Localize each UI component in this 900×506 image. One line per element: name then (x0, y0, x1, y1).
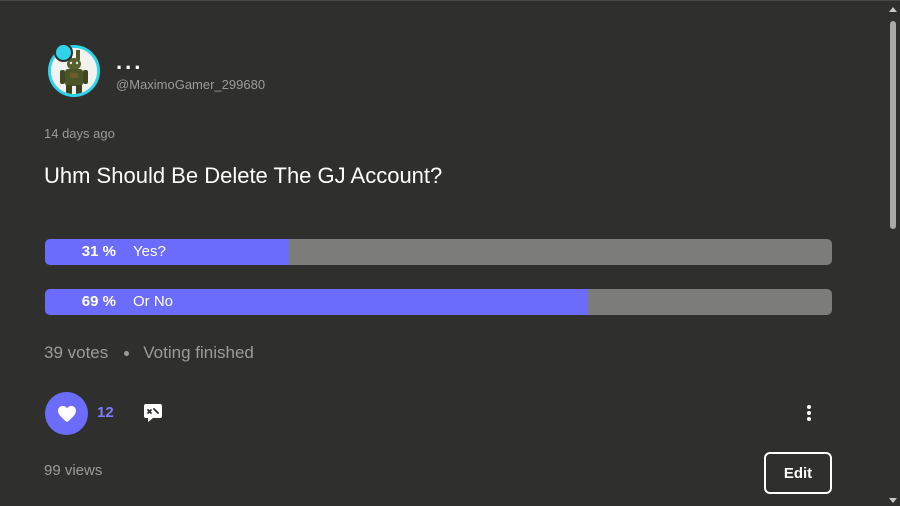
post-timestamp: 14 days ago (44, 126, 115, 141)
author-display-name[interactable]: ... (116, 50, 265, 73)
more-vertical-icon (807, 417, 811, 421)
separator-dot (124, 350, 130, 356)
poll-option-label: Or No (133, 293, 174, 310)
view-count: 99 views (44, 462, 103, 479)
avatar[interactable] (48, 43, 100, 97)
poll-meta: 39 votes Voting finished (44, 343, 254, 363)
scrollbar[interactable] (886, 1, 900, 506)
avatar-badge-icon (54, 43, 73, 62)
post-title: Uhm Should Be Delete The GJ Account? (44, 163, 443, 188)
poll-option-no[interactable]: 69 % Or No (45, 289, 832, 315)
edit-button[interactable]: Edit (764, 452, 832, 494)
heart-icon (57, 405, 76, 422)
like-button[interactable] (45, 392, 88, 435)
more-vertical-icon (807, 405, 811, 409)
scrollbar-thumb[interactable] (890, 21, 896, 229)
comment-icon (144, 404, 162, 422)
poll-option-label: Yes? (133, 243, 166, 260)
more-options-button[interactable] (800, 401, 818, 425)
scroll-up-arrow-icon[interactable] (889, 7, 897, 12)
poll-option-percent: 69 % (81, 293, 116, 310)
author-username[interactable]: @MaximoGamer_299680 (116, 77, 265, 92)
like-count[interactable]: 12 (97, 404, 114, 421)
comment-button[interactable] (142, 402, 164, 424)
post-page: ... @MaximoGamer_299680 14 days ago Uhm … (0, 0, 900, 506)
poll-vote-count: 39 votes (44, 343, 109, 362)
poll-option-yes[interactable]: 31 % Yes? (45, 239, 832, 265)
scroll-down-arrow-icon[interactable] (889, 498, 897, 503)
poll-option-percent: 31 % (81, 243, 116, 260)
poll-status: Voting finished (143, 343, 254, 362)
poll-option-fill (45, 289, 589, 315)
post-author[interactable]: ... @MaximoGamer_299680 (48, 43, 265, 97)
more-vertical-icon (807, 411, 811, 415)
